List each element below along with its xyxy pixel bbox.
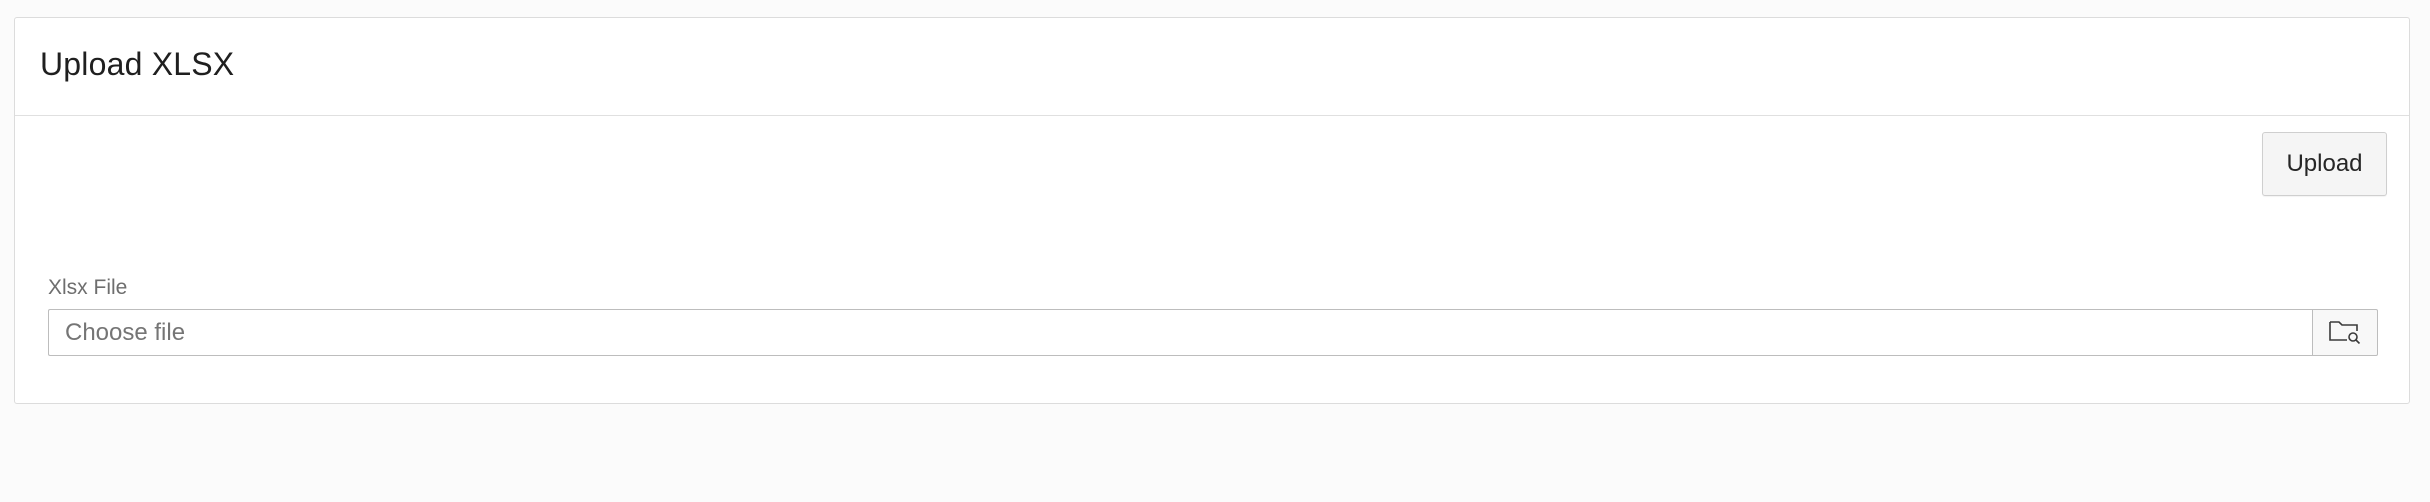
- folder-search-icon: [2328, 318, 2362, 347]
- region-title: Upload XLSX: [40, 46, 235, 82]
- xlsx-file-field: [48, 309, 2378, 356]
- browse-file-button[interactable]: [2312, 309, 2378, 356]
- upload-xlsx-region: Upload XLSX Upload Xlsx File: [14, 17, 2410, 404]
- xlsx-file-label: Xlsx File: [48, 276, 128, 299]
- region-header: Upload XLSX: [15, 18, 2409, 116]
- xlsx-file-input[interactable]: [48, 309, 2312, 356]
- upload-button[interactable]: Upload: [2262, 132, 2387, 196]
